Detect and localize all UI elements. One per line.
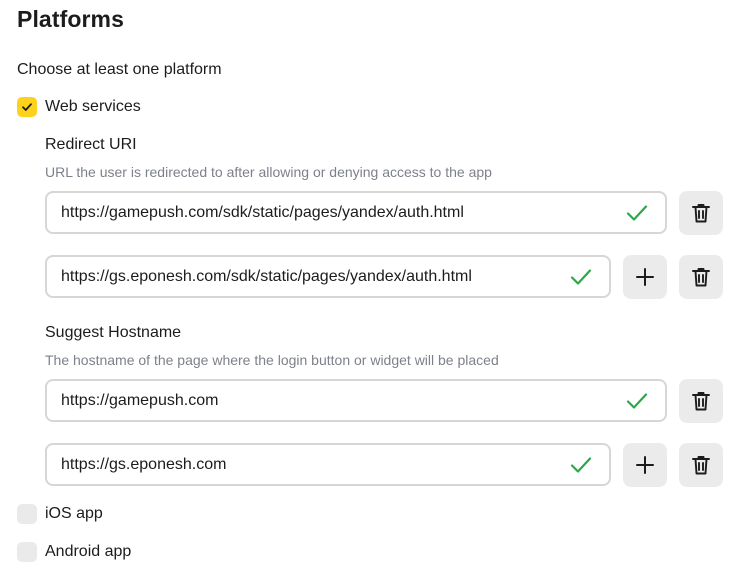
suggest-hostname-hint: The hostname of the page where the login…: [45, 352, 499, 368]
plus-icon: [636, 456, 654, 474]
hostname-field-1[interactable]: https://gamepush.com: [45, 379, 667, 422]
web-services-checkbox[interactable]: Web services: [17, 97, 141, 117]
hostname-value-2[interactable]: https://gs.eponesh.com: [61, 456, 569, 474]
android-app-checkbox[interactable]: Android app: [17, 542, 131, 562]
checkbox-unchecked[interactable]: [17, 504, 37, 524]
trash-icon: [692, 392, 710, 411]
ios-app-label: iOS app: [45, 505, 103, 522]
delete-hostname-1-button[interactable]: [679, 379, 723, 423]
page-title: Platforms: [17, 6, 124, 32]
check-icon: [625, 201, 649, 225]
trash-icon: [692, 204, 710, 223]
plus-icon: [636, 268, 654, 286]
redirect-uri-field-2[interactable]: https://gs.eponesh.com/sdk/static/pages/…: [45, 255, 611, 298]
redirect-uri-value-1[interactable]: https://gamepush.com/sdk/static/pages/ya…: [61, 204, 625, 222]
redirect-uri-hint: URL the user is redirected to after allo…: [45, 164, 492, 180]
suggest-hostname-label: Suggest Hostname: [45, 324, 182, 341]
platforms-subtitle: Choose at least one platform: [17, 61, 222, 78]
hostname-value-1[interactable]: https://gamepush.com: [61, 392, 625, 410]
redirect-uri-value-2[interactable]: https://gs.eponesh.com/sdk/static/pages/…: [61, 268, 569, 286]
trash-icon: [692, 268, 710, 287]
hostname-field-2[interactable]: https://gs.eponesh.com: [45, 443, 611, 486]
trash-icon: [692, 456, 710, 475]
delete-redirect-uri-2-button[interactable]: [679, 255, 723, 299]
checkbox-checked[interactable]: [17, 97, 37, 117]
checkbox-unchecked[interactable]: [17, 542, 37, 562]
web-services-label: Web services: [45, 98, 141, 115]
check-icon: [569, 265, 593, 289]
android-app-label: Android app: [45, 543, 132, 560]
delete-hostname-2-button[interactable]: [679, 443, 723, 487]
add-redirect-uri-button[interactable]: [623, 255, 667, 299]
redirect-uri-field-1[interactable]: https://gamepush.com/sdk/static/pages/ya…: [45, 191, 667, 234]
ios-app-checkbox[interactable]: iOS app: [17, 504, 103, 524]
checkmark-icon: [22, 103, 32, 111]
add-hostname-button[interactable]: [623, 443, 667, 487]
check-icon: [625, 389, 649, 413]
redirect-uri-label: Redirect URI: [45, 136, 137, 153]
check-icon: [569, 453, 593, 477]
delete-redirect-uri-1-button[interactable]: [679, 191, 723, 235]
